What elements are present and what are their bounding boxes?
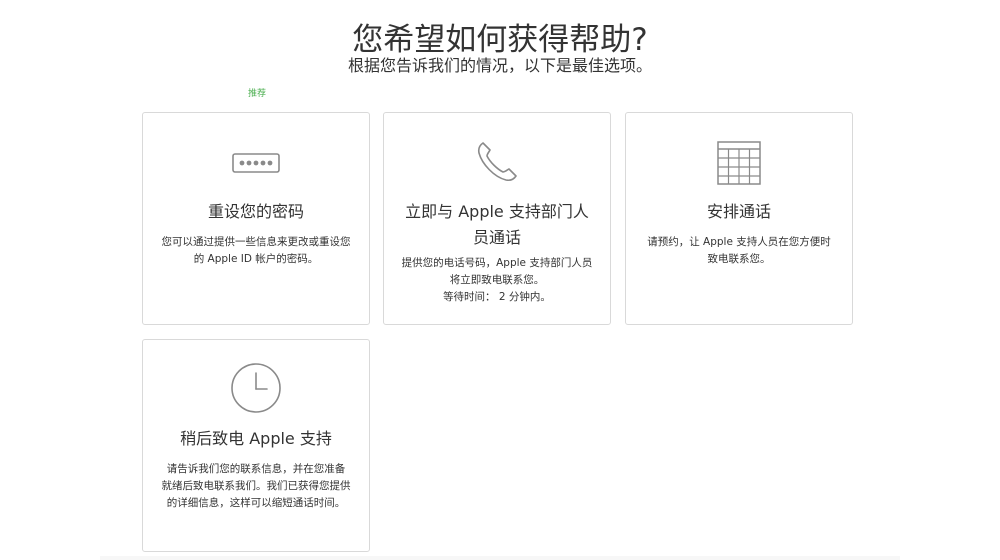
card-description-line: 将立即致电联系您。 xyxy=(449,274,545,286)
card-description-line: 就绪后致电联系我们。我们已获得您提供 xyxy=(161,480,351,492)
page-title: 您希望如何获得帮助? xyxy=(352,21,648,58)
card-description-line: 的 Apple ID 帐户的密码。 xyxy=(193,253,319,265)
card-title-line: 立即与 Apple 支持部门人 xyxy=(405,202,589,221)
calendar-grid-icon xyxy=(626,141,852,185)
wait-time-label: 等待时间： xyxy=(443,291,496,303)
card-title: 稍后致电 Apple 支持 xyxy=(180,429,332,448)
wait-time-value: 2 分钟内。 xyxy=(498,291,551,303)
schedule-call-card[interactable]: 安排通话 请预约，让 Apple 支持人员在您方便时 致电联系您。 xyxy=(625,112,853,325)
card-description-line: 致电联系您。 xyxy=(707,253,771,265)
phone-icon xyxy=(384,139,610,185)
call-later-card[interactable]: 稍后致电 Apple 支持 请告诉我们您的联系信息，并在您准备 就绪后致电联系我… xyxy=(142,339,370,552)
card-description: 请预约，让 Apple 支持人员在您方便时 致电联系您。 xyxy=(636,234,842,268)
card-description: 请告诉我们您的联系信息，并在您准备 就绪后致电联系我们。我们已获得您提供 的详细… xyxy=(153,461,359,512)
card-description-line: 您可以通过提供一些信息来更改或重设您 xyxy=(161,236,351,248)
card-title: 安排通话 xyxy=(706,202,771,221)
reset-password-card[interactable]: 重设您的密码 您可以通过提供一些信息来更改或重设您 的 Apple ID 帐户的… xyxy=(142,112,370,325)
password-dots-icon xyxy=(143,153,369,173)
page-bottom-divider xyxy=(100,556,900,560)
card-description-line: 请告诉我们您的联系信息，并在您准备 xyxy=(166,463,346,475)
call-now-card[interactable]: 立即与 Apple 支持部门人 员通话 提供您的电话号码，Apple 支持部门人… xyxy=(383,112,611,325)
card-title: 重设您的密码 xyxy=(207,202,304,221)
card-description-line: 的详细信息，这样可以缩短通话时间。 xyxy=(166,497,346,509)
card-title: 立即与 Apple 支持部门人 员通话 xyxy=(396,199,598,251)
card-description-line: 请预约，让 Apple 支持人员在您方便时 xyxy=(647,236,831,248)
page-subtitle: 根据您告诉我们的情况，以下是最佳选项。 xyxy=(347,56,652,75)
card-title-line: 员通话 xyxy=(472,228,521,247)
wait-time: 等待时间： 2 分钟内。 xyxy=(394,289,600,306)
card-description-line: 提供您的电话号码，Apple 支持部门人员 xyxy=(401,257,593,269)
clock-icon xyxy=(143,362,369,414)
recommended-badge: 推荐 xyxy=(248,89,267,99)
card-description: 您可以通过提供一些信息来更改或重设您 的 Apple ID 帐户的密码。 xyxy=(153,234,359,268)
card-description: 提供您的电话号码，Apple 支持部门人员 将立即致电联系您。 xyxy=(394,255,600,289)
